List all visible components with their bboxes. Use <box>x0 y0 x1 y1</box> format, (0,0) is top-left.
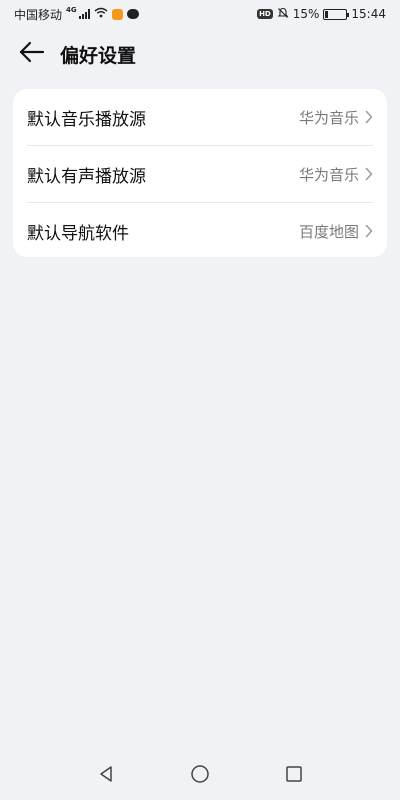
battery-fill <box>325 10 329 18</box>
recents-square-icon <box>285 765 303 787</box>
app-notification-icon <box>111 8 123 20</box>
settings-card: 默认音乐播放源 华为音乐 默认有声播放源 华为音乐 默认导航软件 百度地图 <box>13 89 387 257</box>
nav-home-button[interactable] <box>188 764 212 788</box>
setting-label: 默认导航软件 <box>27 223 129 244</box>
setting-value-group: 百度地图 <box>299 221 373 242</box>
status-right: HD 15% 15:44 <box>257 7 386 22</box>
back-triangle-icon <box>97 765 115 787</box>
chevron-right-icon <box>365 167 373 181</box>
nav-back-button[interactable] <box>94 764 118 788</box>
page-title: 偏好设置 <box>60 44 137 67</box>
network-type-label: 4G <box>66 6 77 14</box>
app-header: 偏好设置 <box>0 32 400 76</box>
status-left: 中国移动 4G <box>14 6 139 23</box>
screen: 中国移动 4G HD 15% 15:44 偏好设置 默认音乐播放源 华为音乐 默… <box>0 0 400 800</box>
message-icon <box>126 9 139 19</box>
hd-icon: HD <box>257 9 273 19</box>
setting-row-music-source[interactable]: 默认音乐播放源 华为音乐 <box>27 89 373 145</box>
nav-recents-button[interactable] <box>282 764 306 788</box>
setting-value: 华为音乐 <box>298 165 359 184</box>
setting-value-group: 华为音乐 <box>299 107 373 128</box>
battery-percent: 15% <box>292 7 320 21</box>
wifi-icon <box>94 7 108 21</box>
system-nav-bar <box>0 752 400 800</box>
status-bar: 中国移动 4G HD 15% 15:44 <box>0 0 400 28</box>
chevron-right-icon <box>365 110 373 124</box>
setting-label: 默认有声播放源 <box>27 166 146 187</box>
battery-icon <box>323 8 350 20</box>
setting-value: 华为音乐 <box>298 108 359 127</box>
setting-row-audiobook-source[interactable]: 默认有声播放源 华为音乐 <box>27 145 373 202</box>
setting-value-group: 华为音乐 <box>299 164 373 185</box>
clock-time: 15:44 <box>351 7 386 21</box>
carrier-label: 中国移动 <box>14 7 63 22</box>
chevron-right-icon <box>365 224 373 238</box>
arrow-left-icon <box>19 41 45 67</box>
setting-label: 默认音乐播放源 <box>27 109 146 130</box>
signal-icon <box>78 9 90 19</box>
setting-row-navigation-app[interactable]: 默认导航软件 百度地图 <box>27 202 373 259</box>
mute-icon <box>277 7 289 22</box>
back-button[interactable] <box>12 34 52 74</box>
setting-value: 百度地图 <box>298 222 359 241</box>
home-circle-icon <box>190 764 210 788</box>
